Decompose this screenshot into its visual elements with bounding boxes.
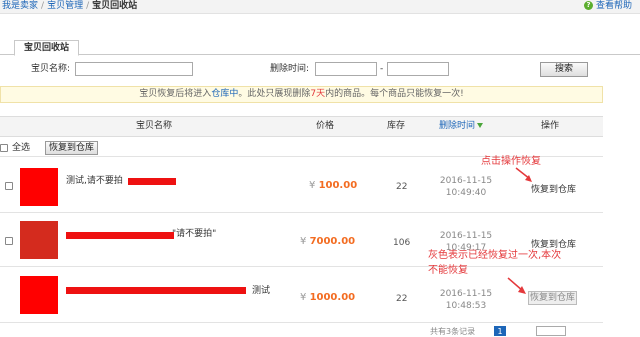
redaction-bar <box>128 178 176 185</box>
item-name-input[interactable] <box>75 62 193 76</box>
notice-text-3: 内的商品。每个商品只能恢复一次! <box>325 89 464 99</box>
item-stock: 22 <box>396 182 408 192</box>
price-value: 7000.00 <box>309 236 356 247</box>
delete-date: 2016-11-15 <box>439 231 493 241</box>
select-all-checkbox[interactable] <box>0 144 8 152</box>
col-header-stock: 库存 <box>387 121 406 131</box>
item-price: ¥ 7000.00 <box>300 236 355 248</box>
col-header-delete-time-label: 删除时间 <box>439 121 476 131</box>
breadcrumb-separator: / <box>86 1 90 11</box>
notice-text-1: 宝贝恢复后将进入 <box>139 89 212 99</box>
item-thumbnail[interactable] <box>20 168 58 206</box>
tab-strip: 宝贝回收站 <box>0 40 640 56</box>
annotation-gray-line1: 灰色表示已经恢复过一次,本次 <box>428 250 562 261</box>
notice-bar: 宝贝恢复后将进入仓库中。此处只展现删除7天内的商品。每个商品只能恢复一次! <box>0 86 603 103</box>
annotation-gray-line2: 不能恢复 <box>428 265 468 276</box>
col-header-delete-time[interactable]: 删除时间 <box>439 120 484 132</box>
delete-clock: 10:49:40 <box>445 188 487 198</box>
tab-recycle-bin[interactable]: 宝贝回收站 <box>14 40 80 56</box>
item-stock: 106 <box>393 238 411 248</box>
item-thumbnail[interactable] <box>20 276 58 314</box>
select-all-label: 全选 <box>12 143 31 153</box>
currency-symbol: ¥ <box>309 180 316 191</box>
annotation-arrow-icon <box>507 277 526 294</box>
sort-down-icon <box>477 123 484 128</box>
price-value: 100.00 <box>318 180 358 191</box>
item-name-label: 宝贝名称: <box>31 64 71 74</box>
item-title[interactable]: 测试 <box>252 285 270 297</box>
currency-symbol: ¥ <box>300 236 307 247</box>
notice-days: 7天 <box>310 89 326 99</box>
item-stock: 22 <box>396 294 408 304</box>
row-checkbox[interactable] <box>5 237 13 245</box>
breadcrumb-seller-link[interactable]: 我是卖家 <box>2 1 38 11</box>
search-button[interactable]: 搜索 <box>540 62 588 77</box>
help-icon: ? <box>583 1 593 10</box>
delete-date: 2016-11-15 <box>439 176 493 186</box>
delete-time-label: 删除时间: <box>270 64 310 74</box>
table-header: 宝贝名称 价格 库存 删除时间 操作 <box>0 116 603 137</box>
col-header-ops: 操作 <box>541 121 560 131</box>
item-title[interactable]: "请不要拍" <box>172 228 216 240</box>
row-checkbox[interactable] <box>5 182 13 190</box>
restore-to-warehouse-link[interactable]: 恢复到仓库 <box>531 182 576 195</box>
currency-symbol: ¥ <box>300 292 307 303</box>
breadcrumb: 我是卖家 / 宝贝管理 / 宝贝回收站 <box>2 1 137 12</box>
breadcrumb-current: 宝贝回收站 <box>92 1 138 11</box>
price-value: 1000.00 <box>309 292 356 303</box>
date-from-input[interactable] <box>315 62 377 76</box>
notice-warehouse-link[interactable]: 仓库中 <box>211 89 238 99</box>
breadcrumb-item-manage-link[interactable]: 宝贝管理 <box>47 1 83 11</box>
date-range-dash: - <box>380 64 384 74</box>
date-to-input[interactable] <box>387 62 449 76</box>
notice-text-2: 。此处只展现删除 <box>238 89 311 99</box>
delete-clock: 10:48:53 <box>445 301 487 311</box>
help-label: 查看帮助 <box>595 1 632 11</box>
breadcrumb-separator: / <box>41 1 45 11</box>
item-price: ¥ 1000.00 <box>300 292 355 304</box>
redaction-bar <box>66 232 174 239</box>
bulk-restore-button[interactable]: 恢复到仓库 <box>45 141 98 155</box>
help-link[interactable]: ? 查看帮助 <box>583 1 632 12</box>
restore-to-warehouse-button-disabled: 恢复到仓库 <box>528 291 577 305</box>
item-price: ¥ 100.00 <box>309 180 357 192</box>
item-thumbnail[interactable] <box>20 221 58 259</box>
col-header-price: 价格 <box>316 121 335 131</box>
redaction-bar <box>66 287 246 294</box>
delete-time: 2016-11-15 10:48:53 <box>436 288 496 312</box>
top-bar: 我是卖家 / 宝贝管理 / 宝贝回收站 ? 查看帮助 <box>0 0 640 14</box>
col-header-name: 宝贝名称 <box>136 121 173 131</box>
delete-time: 2016-11-15 10:49:40 <box>436 175 496 199</box>
annotation-arrow-icon <box>515 167 532 182</box>
item-title[interactable]: 测试,请不要拍 <box>66 175 123 187</box>
delete-date: 2016-11-15 <box>439 289 493 299</box>
